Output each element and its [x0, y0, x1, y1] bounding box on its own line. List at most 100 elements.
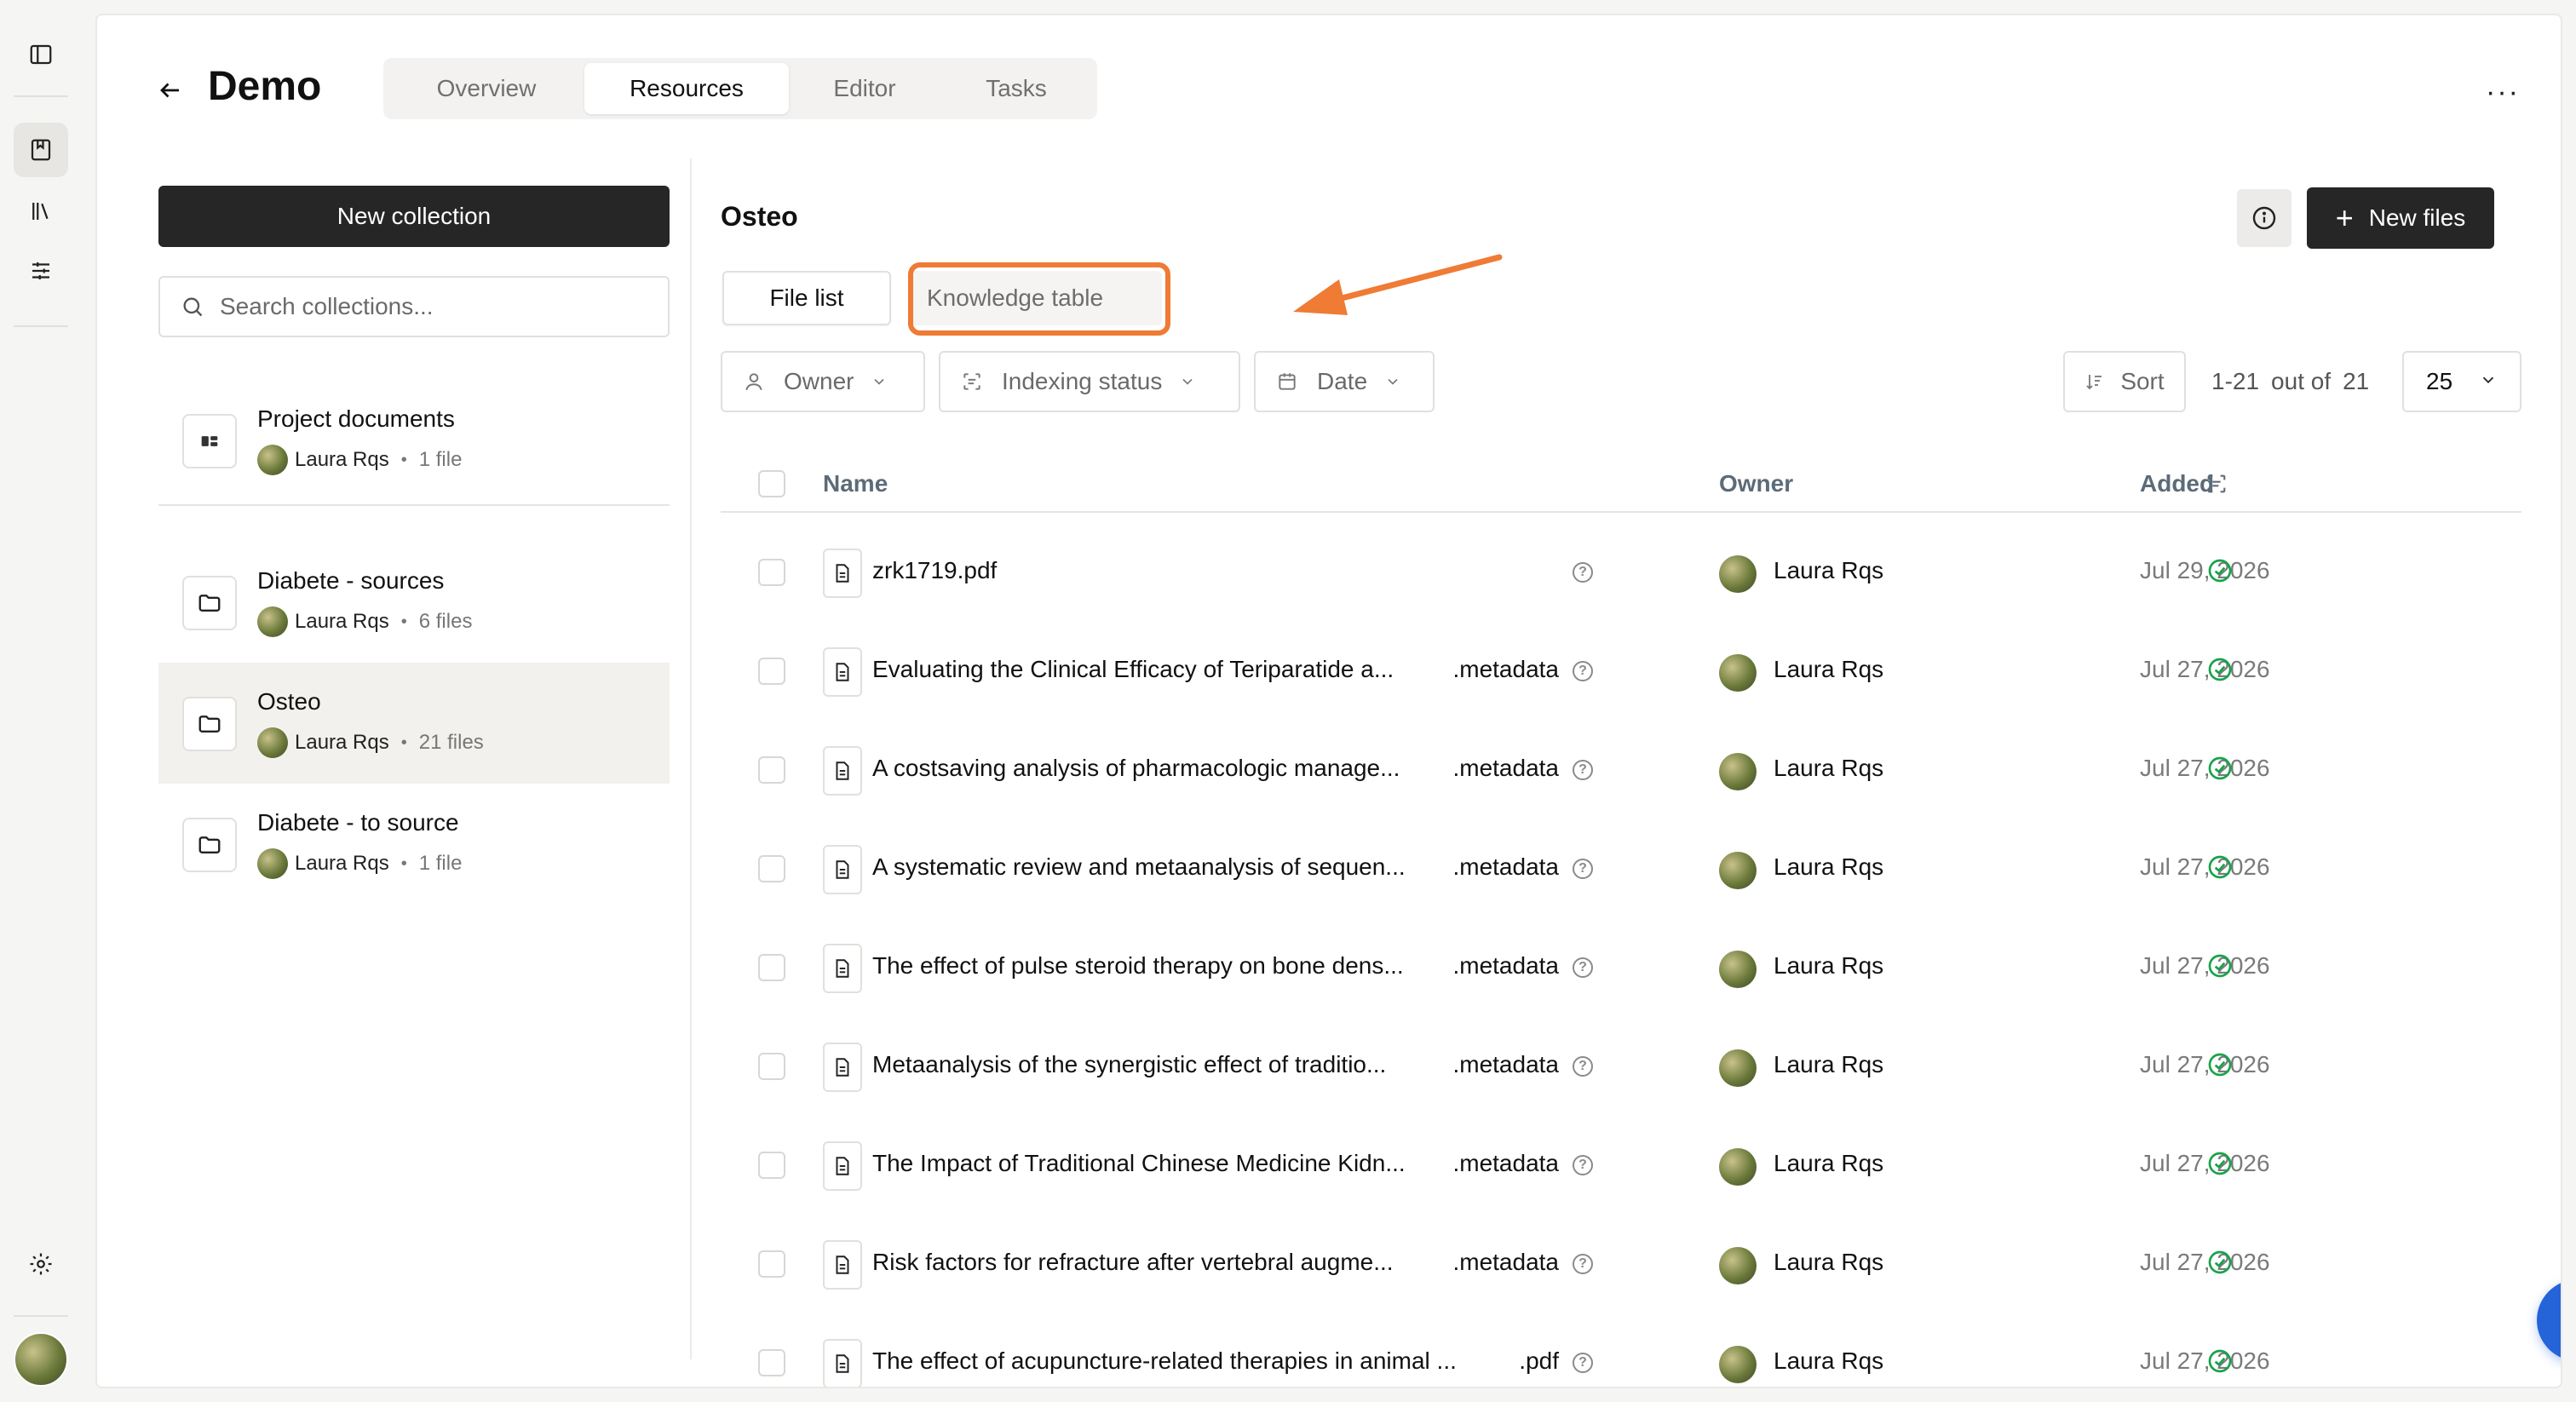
- owner-avatar: [1719, 753, 1757, 790]
- annotation-arrow-icon: [1293, 254, 1503, 315]
- new-files-label: New files: [2368, 204, 2466, 231]
- tab-tasks[interactable]: Tasks: [940, 63, 1092, 114]
- sort-button[interactable]: Sort: [2063, 351, 2186, 412]
- help-icon[interactable]: ?: [1573, 957, 1593, 978]
- added-date: Jul 27, 2026: [2140, 952, 2270, 979]
- column-owner[interactable]: Owner: [1719, 470, 1793, 497]
- chevron-down-icon: [1179, 373, 1196, 390]
- collection-item-diabete-sources[interactable]: Diabete - sources Laura Rqs • 6 files: [158, 542, 670, 663]
- owner-filter[interactable]: Owner: [721, 351, 925, 412]
- page-total: 21: [2343, 368, 2370, 394]
- row-checkbox[interactable]: [758, 1250, 785, 1278]
- view-file-list-button[interactable]: File list: [722, 271, 891, 325]
- indexing-filter-label: Indexing status: [1002, 368, 1163, 394]
- help-icon[interactable]: ?: [1573, 562, 1593, 583]
- help-icon[interactable]: ?: [1573, 1056, 1593, 1077]
- table-row[interactable]: The effect of acupuncture-related therap…: [721, 1315, 2521, 1387]
- owner-avatar: [257, 606, 288, 637]
- column-name[interactable]: Name: [823, 470, 888, 497]
- collection-name: Diabete - to source: [257, 809, 459, 836]
- row-checkbox[interactable]: [758, 954, 785, 981]
- chat-sparkle-icon: [2557, 1300, 2562, 1341]
- tab-editor[interactable]: Editor: [789, 63, 940, 114]
- collection-item-diabete-to-source[interactable]: Diabete - to source Laura Rqs • 1 file: [158, 784, 670, 905]
- info-button[interactable]: [2237, 189, 2291, 247]
- indexed-check-icon: [2206, 656, 2234, 687]
- page-range: 1-21: [2211, 368, 2260, 394]
- library-icon[interactable]: [14, 184, 68, 238]
- owner-name: Laura Rqs: [295, 731, 389, 754]
- row-checkbox[interactable]: [758, 1053, 785, 1080]
- collection-title: Osteo: [721, 201, 798, 232]
- row-checkbox[interactable]: [758, 756, 785, 784]
- projects-icon[interactable]: [14, 123, 68, 177]
- indexing-status-filter[interactable]: Indexing status: [939, 351, 1240, 412]
- collection-item-project-documents[interactable]: Project documents Laura Rqs • 1 file: [158, 380, 670, 501]
- table-row[interactable]: The Impact of Traditional Chinese Medici…: [721, 1118, 2521, 1213]
- chevron-down-icon: [1384, 373, 1401, 390]
- file-name[interactable]: A costsaving analysis of pharmacologic m…: [872, 755, 1400, 782]
- owner-name: Laura Rqs: [295, 448, 389, 471]
- sidebar-toggle-icon[interactable]: [14, 27, 68, 82]
- indexing-column-icon: [2205, 472, 2228, 500]
- help-icon[interactable]: ?: [1573, 1254, 1593, 1274]
- file-name[interactable]: A systematic review and metaanalysis of …: [872, 853, 1406, 881]
- row-checkbox[interactable]: [758, 559, 785, 586]
- file-extension: .metadata: [1452, 1249, 1559, 1275]
- owner-name: Laura Rqs: [1774, 1150, 1884, 1176]
- table-row[interactable]: Risk factors for refracture after verteb…: [721, 1216, 2521, 1312]
- back-arrow-icon[interactable]: [153, 73, 187, 107]
- file-name[interactable]: Metaanalysis of the synergistic effect o…: [872, 1051, 1386, 1078]
- table-row[interactable]: Evaluating the Clinical Efficacy of Teri…: [721, 623, 2521, 719]
- help-icon[interactable]: ?: [1573, 760, 1593, 780]
- chat-assistant-button[interactable]: [2537, 1279, 2562, 1361]
- row-checkbox[interactable]: [758, 1349, 785, 1376]
- new-collection-button[interactable]: New collection: [158, 186, 670, 247]
- row-checkbox[interactable]: [758, 1152, 785, 1179]
- help-icon[interactable]: ?: [1573, 1353, 1593, 1373]
- help-icon[interactable]: ?: [1573, 859, 1593, 879]
- select-all-checkbox[interactable]: [758, 470, 785, 497]
- date-filter[interactable]: Date: [1254, 351, 1435, 412]
- file-name[interactable]: The effect of pulse steroid therapy on b…: [872, 952, 1404, 980]
- added-date: Jul 27, 2026: [2140, 853, 2270, 880]
- row-checkbox[interactable]: [758, 658, 785, 685]
- help-icon[interactable]: ?: [1573, 1155, 1593, 1175]
- search-input[interactable]: [220, 293, 663, 320]
- settings-sliders-icon[interactable]: [14, 244, 68, 298]
- file-name[interactable]: Evaluating the Clinical Efficacy of Teri…: [872, 656, 1394, 683]
- added-date: Jul 27, 2026: [2140, 755, 2270, 781]
- new-files-button[interactable]: + New files: [2307, 187, 2494, 249]
- gear-icon[interactable]: [14, 1237, 68, 1291]
- document-icon: [823, 944, 862, 993]
- separator-dot: •: [400, 612, 407, 631]
- tab-resources[interactable]: Resources: [584, 63, 789, 114]
- separator-dot: •: [400, 853, 407, 873]
- document-icon: [823, 1141, 862, 1191]
- user-avatar[interactable]: [14, 1332, 68, 1387]
- more-options-icon[interactable]: ···: [2486, 75, 2520, 109]
- table-row[interactable]: A systematic review and metaanalysis of …: [721, 821, 2521, 916]
- column-added[interactable]: Added: [2140, 470, 2214, 497]
- table-row[interactable]: Metaanalysis of the synergistic effect o…: [721, 1019, 2521, 1114]
- info-icon: [2252, 206, 2276, 230]
- file-name[interactable]: zrk1719.pdf: [872, 557, 997, 584]
- table-row[interactable]: zrk1719.pdf? Laura Rqs Jul 29, 2026: [721, 525, 2521, 620]
- owner-name: Laura Rqs: [1774, 557, 1884, 583]
- table-row[interactable]: A costsaving analysis of pharmacologic m…: [721, 722, 2521, 818]
- indexed-check-icon: [2206, 1150, 2234, 1181]
- row-checkbox[interactable]: [758, 855, 785, 882]
- document-icon: [823, 845, 862, 894]
- search-collections: [158, 276, 670, 337]
- file-name[interactable]: Risk factors for refracture after verteb…: [872, 1249, 1394, 1276]
- tab-overview[interactable]: Overview: [388, 63, 584, 114]
- table-row[interactable]: The effect of pulse steroid therapy on b…: [721, 920, 2521, 1015]
- owner-avatar: [1719, 852, 1757, 889]
- file-name[interactable]: The Impact of Traditional Chinese Medici…: [872, 1150, 1406, 1177]
- help-icon[interactable]: ?: [1573, 661, 1593, 681]
- per-page-select[interactable]: 25: [2402, 351, 2521, 412]
- owner-avatar: [1719, 555, 1757, 593]
- file-name[interactable]: The effect of acupuncture-related therap…: [872, 1347, 1457, 1375]
- collection-meta: Laura Rqs • 21 files: [257, 727, 484, 758]
- collection-item-osteo[interactable]: Osteo Laura Rqs • 21 files: [158, 663, 670, 784]
